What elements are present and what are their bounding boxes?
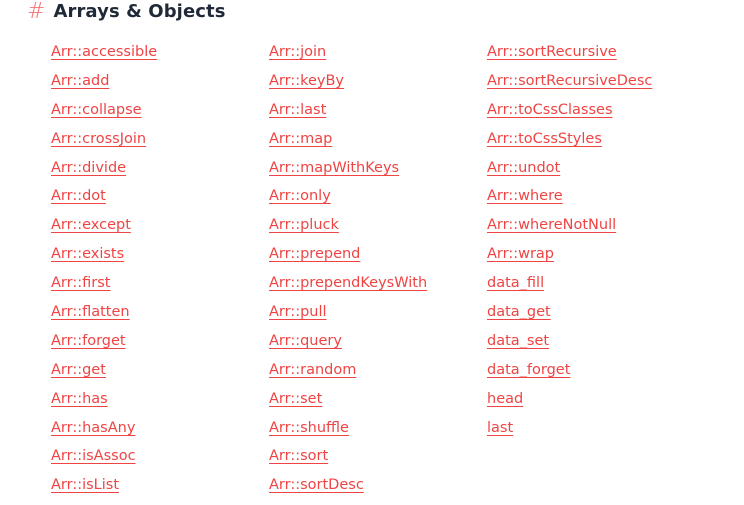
method-link[interactable]: data_fill (487, 272, 705, 301)
method-link[interactable]: Arr::toCssClasses (487, 99, 705, 128)
method-link[interactable]: Arr::sort (269, 445, 487, 474)
method-link[interactable]: Arr::whereNotNull (487, 214, 705, 243)
method-link[interactable]: Arr::set (269, 388, 487, 417)
method-link[interactable]: Arr::first (51, 272, 269, 301)
method-link[interactable]: Arr::sortRecursiveDesc (487, 70, 705, 99)
method-link[interactable]: Arr::sortDesc (269, 474, 487, 503)
method-link[interactable]: Arr::only (269, 185, 487, 214)
method-link[interactable]: Arr::where (487, 185, 705, 214)
method-link[interactable]: Arr::join (269, 41, 487, 70)
section-heading: # Arrays & Objects (27, 0, 226, 24)
method-link[interactable]: Arr::dot (51, 185, 269, 214)
method-link[interactable]: Arr::hasAny (51, 417, 269, 446)
method-link[interactable]: Arr::accessible (51, 41, 269, 70)
method-link[interactable]: Arr::forget (51, 330, 269, 359)
method-link[interactable]: Arr::crossJoin (51, 128, 269, 157)
method-link[interactable]: last (487, 417, 705, 446)
method-link[interactable]: Arr::map (269, 128, 487, 157)
method-link[interactable]: Arr::flatten (51, 301, 269, 330)
method-link[interactable]: Arr::isList (51, 474, 269, 503)
method-link[interactable]: Arr::collapse (51, 99, 269, 128)
method-link[interactable]: Arr::sortRecursive (487, 41, 705, 70)
method-link[interactable]: Arr::divide (51, 157, 269, 186)
method-link[interactable]: data_get (487, 301, 705, 330)
method-link[interactable]: Arr::has (51, 388, 269, 417)
method-link[interactable]: Arr::prependKeysWith (269, 272, 487, 301)
method-link[interactable]: Arr::toCssStyles (487, 128, 705, 157)
method-link[interactable]: Arr::keyBy (269, 70, 487, 99)
method-link[interactable]: Arr::pluck (269, 214, 487, 243)
method-link[interactable]: Arr::last (269, 99, 487, 128)
method-link[interactable]: Arr::mapWithKeys (269, 157, 487, 186)
section-title: Arrays & Objects (53, 1, 226, 22)
method-link[interactable]: Arr::except (51, 214, 269, 243)
method-link[interactable]: Arr::add (51, 70, 269, 99)
method-link[interactable]: Arr::random (269, 359, 487, 388)
method-link[interactable]: Arr::pull (269, 301, 487, 330)
method-link[interactable]: Arr::get (51, 359, 269, 388)
heading-anchor-hash[interactable]: # (27, 0, 45, 24)
method-link[interactable]: data_forget (487, 359, 705, 388)
method-column-2: Arr::join Arr::keyBy Arr::last Arr::map Arr:… (269, 41, 487, 503)
method-link[interactable]: head (487, 388, 705, 417)
method-link[interactable]: Arr::prepend (269, 243, 487, 272)
method-link[interactable]: Arr::undot (487, 157, 705, 186)
method-column-1: Arr::accessible Arr::add Arr::collapse Arr:… (51, 41, 269, 503)
method-link[interactable]: Arr::exists (51, 243, 269, 272)
method-list: Arr::accessible Arr::add Arr::collapse Arr:… (51, 41, 705, 503)
method-link[interactable]: Arr::shuffle (269, 417, 487, 446)
method-link[interactable]: Arr::isAssoc (51, 445, 269, 474)
method-link[interactable]: Arr::query (269, 330, 487, 359)
method-link[interactable]: data_set (487, 330, 705, 359)
method-link[interactable]: Arr::wrap (487, 243, 705, 272)
method-column-3: Arr::sortRecursive Arr::sortRecursiveDesc… (487, 41, 705, 503)
